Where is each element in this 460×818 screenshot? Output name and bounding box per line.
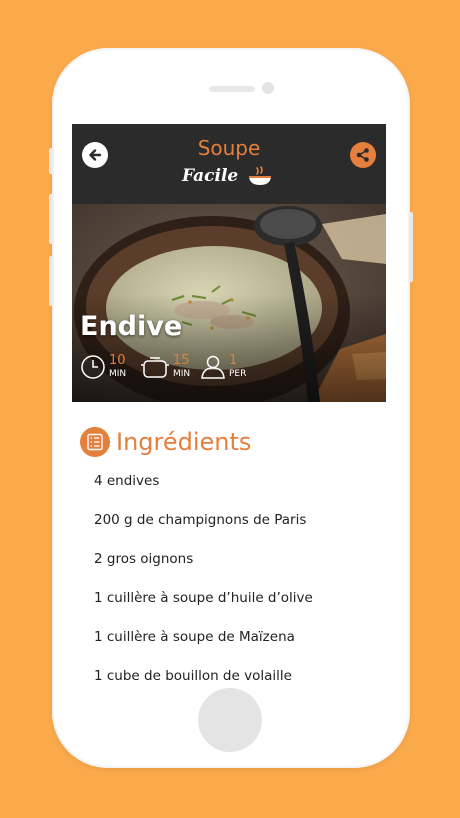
servings-value: 1 — [229, 353, 238, 368]
power-button — [409, 212, 413, 282]
logo-soupe: Soupe — [197, 136, 261, 160]
person-icon — [201, 355, 225, 379]
volume-up-button — [49, 194, 53, 244]
ingredient-item: 1 cuillère à soupe d’huile d’olive — [94, 590, 313, 606]
clock-icon — [81, 355, 105, 379]
bowl-icon — [249, 166, 271, 185]
header-bar: Soupe Facile — [72, 124, 386, 204]
prep-time-value: 10 — [109, 353, 126, 368]
servings-unit: PER — [229, 369, 247, 379]
logo-facile: Facile — [182, 166, 239, 186]
cook-time-unit: MIN — [173, 369, 191, 379]
front-camera — [262, 82, 274, 94]
ingredient-item: 4 endives — [94, 473, 160, 489]
servings: 1 PER — [200, 354, 246, 388]
phone-frame: Soupe Facile Endive 10 MIN 15 MIN 1 PER … — [49, 48, 413, 768]
share-icon — [356, 148, 369, 162]
app-screen: Soupe Facile Endive 10 MIN 15 MIN 1 PER … — [72, 124, 386, 680]
checklist-icon — [80, 427, 110, 457]
prep-time-unit: MIN — [109, 369, 127, 379]
recipe-title: Endive — [80, 311, 183, 342]
share-button[interactable] — [350, 142, 376, 168]
ingredients-heading: Ingrédients — [116, 428, 252, 456]
speaker — [209, 86, 255, 92]
cook-time-value: 15 — [173, 353, 190, 368]
ingredients-header: Ingrédients — [80, 427, 251, 457]
home-button[interactable] — [198, 688, 262, 752]
mute-switch — [49, 148, 53, 174]
ingredients-list: 4 endives 200 g de champignons de Paris … — [94, 470, 313, 680]
ingredient-item: 1 cuillère à soupe de Maïzena — [94, 629, 295, 645]
prep-time: 10 MIN — [80, 354, 126, 388]
pot-icon — [141, 357, 169, 378]
cook-time: 15 MIN — [140, 354, 190, 388]
volume-down-button — [49, 256, 53, 306]
ingredient-item: 1 cube de bouillon de volaille — [94, 668, 292, 680]
recipe-photo: Endive 10 MIN 15 MIN 1 PER — [72, 204, 386, 402]
ingredient-item: 2 gros oignons — [94, 551, 194, 567]
ingredient-item: 200 g de champignons de Paris — [94, 512, 307, 528]
